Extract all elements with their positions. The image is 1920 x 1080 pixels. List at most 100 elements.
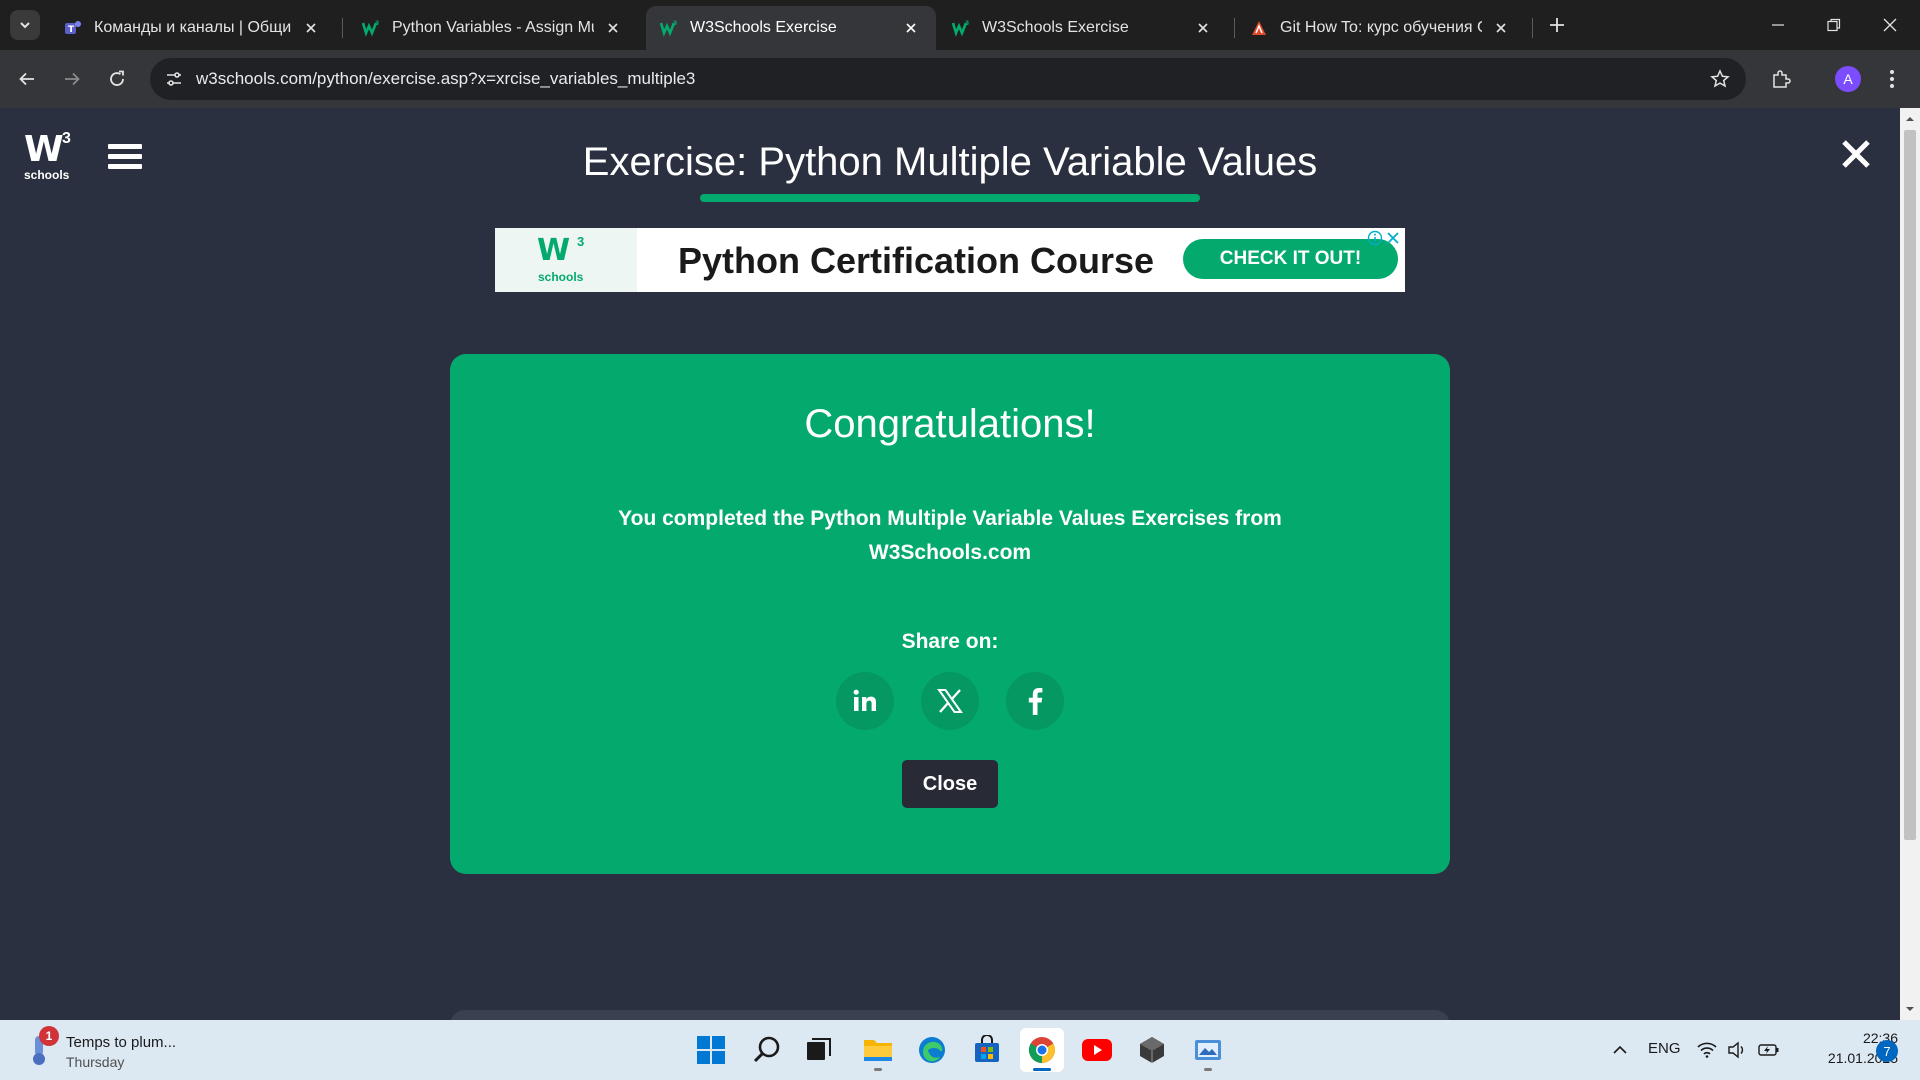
- forward-button[interactable]: [55, 62, 89, 96]
- close-tab-icon[interactable]: [1490, 17, 1512, 39]
- close-tab-icon[interactable]: [602, 17, 624, 39]
- arrow-right-icon: [65, 72, 80, 86]
- show-hidden-icons-button[interactable]: [1608, 1038, 1632, 1062]
- w3schools-favicon: 3: [362, 19, 380, 37]
- volume-status[interactable]: [1726, 1038, 1748, 1062]
- close-exercise-button[interactable]: [1838, 136, 1874, 172]
- scrollbar-thumb[interactable]: [1904, 130, 1916, 840]
- youtube-button[interactable]: [1075, 1028, 1119, 1072]
- share-x-button[interactable]: [921, 672, 979, 730]
- weather-widget[interactable]: 1 Temps to plum... Thursday: [22, 1026, 222, 1074]
- volume-icon: [1728, 1041, 1744, 1059]
- content-panel: [450, 1010, 1450, 1020]
- windows-start-icon: [697, 1036, 725, 1064]
- bookmark-button[interactable]: [1704, 63, 1736, 95]
- page-scrollbar[interactable]: [1900, 108, 1920, 1020]
- back-button[interactable]: [10, 62, 44, 96]
- w3schools-favicon: 3: [952, 19, 970, 37]
- close-button[interactable]: Close: [902, 760, 998, 808]
- linkedin-icon: [853, 689, 876, 711]
- wifi-icon: [1697, 1042, 1717, 1058]
- app-button[interactable]: [1130, 1028, 1174, 1072]
- share-facebook-button[interactable]: [1006, 672, 1064, 730]
- completion-message: You completed the Python Multiple Variab…: [618, 507, 1282, 564]
- file-explorer-icon: [864, 1040, 892, 1061]
- notification-count-badge[interactable]: 7: [1876, 1040, 1898, 1062]
- restore-button[interactable]: [1806, 0, 1862, 50]
- more-vertical-icon: [1890, 70, 1894, 88]
- minimize-button[interactable]: [1750, 0, 1806, 50]
- svg-text:T: T: [68, 25, 75, 35]
- title-underline: [700, 194, 1200, 202]
- restore-icon: [1827, 18, 1841, 32]
- snipping-tool-button[interactable]: [1186, 1028, 1230, 1072]
- x-icon: [937, 689, 963, 713]
- reload-button[interactable]: [100, 62, 134, 96]
- tab-teams[interactable]: T Команды и каналы | Общий | M: [50, 6, 336, 50]
- browser-menu-button[interactable]: [1875, 62, 1909, 96]
- scroll-up-arrow-icon[interactable]: [1905, 114, 1915, 124]
- url-text[interactable]: w3schools.com/python/exercise.asp?x=xrci…: [196, 69, 695, 89]
- close-icon: [1842, 140, 1870, 168]
- weather-alert-badge: 1: [39, 1026, 59, 1046]
- scroll-down-arrow-icon[interactable]: [1905, 1004, 1915, 1014]
- tab-separator: [1234, 18, 1235, 38]
- chrome-button[interactable]: [1020, 1028, 1064, 1072]
- congratulations-modal: Congratulations! You completed the Pytho…: [450, 354, 1450, 874]
- ad-info-icon[interactable]: [1367, 230, 1383, 246]
- battery-status[interactable]: [1757, 1038, 1781, 1062]
- ad-logo-superscript: 3: [577, 234, 585, 249]
- page-title: Exercise: Python Multiple Variable Value…: [582, 140, 1318, 184]
- tab-title: W3Schools Exercise: [690, 19, 837, 36]
- tab-git-howto[interactable]: Git How To: курс обучения Git: [1236, 6, 1526, 50]
- puzzle-icon: [1773, 70, 1791, 88]
- close-tab-icon[interactable]: [1192, 17, 1214, 39]
- search-icon: [753, 1036, 780, 1063]
- svg-text:3: 3: [965, 20, 969, 27]
- weather-title: Temps to plum...: [66, 1034, 177, 1051]
- ad-cta-button[interactable]: CHECK IT OUT!: [1183, 239, 1398, 279]
- close-tab-icon[interactable]: [900, 17, 922, 39]
- window-close-button[interactable]: [1862, 0, 1918, 50]
- profile-avatar[interactable]: A: [1835, 66, 1861, 92]
- chrome-icon: [1028, 1037, 1056, 1064]
- tab-search-button[interactable]: [10, 10, 40, 40]
- task-view-icon: [807, 1038, 831, 1060]
- close-tab-icon[interactable]: [300, 17, 322, 39]
- tab-w3schools-exercise-active[interactable]: 3 W3Schools Exercise: [646, 6, 936, 50]
- tab-separator: [1532, 18, 1533, 38]
- ad-banner[interactable]: W 3 schools Python Certification Course …: [495, 228, 1405, 292]
- microsoft-store-icon: [975, 1035, 999, 1062]
- page-content: W 3 schools Exercise: Python Multiple Va…: [0, 108, 1900, 1020]
- ad-close-icon[interactable]: [1385, 230, 1401, 246]
- microsoft-store-button[interactable]: [965, 1028, 1009, 1072]
- site-info-button[interactable]: [158, 63, 190, 95]
- ad-headline: Python Certification Course: [678, 240, 1155, 281]
- ad-logo-text: schools: [538, 270, 584, 284]
- app-icon: [1140, 1037, 1164, 1063]
- wifi-status[interactable]: [1696, 1038, 1718, 1062]
- file-explorer-button[interactable]: [856, 1028, 900, 1072]
- close-icon: [1883, 18, 1897, 32]
- start-button[interactable]: [689, 1028, 733, 1072]
- address-bar[interactable]: w3schools.com/python/exercise.asp?x=xrci…: [150, 58, 1746, 100]
- arrow-left-icon: [19, 72, 34, 86]
- new-tab-button[interactable]: [1542, 10, 1572, 40]
- browser-tab-strip: T Команды и каналы | Общий | M 3 Python …: [0, 0, 1920, 50]
- task-view-button[interactable]: [797, 1028, 841, 1072]
- modal-title: Congratulations!: [804, 402, 1096, 446]
- share-linkedin-button[interactable]: [836, 672, 894, 730]
- taskbar-search-button[interactable]: [745, 1028, 789, 1072]
- tab-title: Команды и каналы | Общий | M: [94, 19, 292, 36]
- battery-charging-icon: [1758, 1044, 1779, 1056]
- edge-button[interactable]: [910, 1028, 954, 1072]
- language-indicator[interactable]: ENG: [1648, 1040, 1681, 1057]
- extensions-button[interactable]: [1764, 62, 1798, 96]
- facebook-icon: [1028, 688, 1043, 715]
- weather-subtitle: Thursday: [66, 1054, 125, 1070]
- minimize-icon: [1772, 24, 1784, 26]
- tab-w3schools-exercise[interactable]: 3 W3Schools Exercise: [938, 6, 1228, 50]
- tab-python-variables[interactable]: 3 Python Variables - Assign Multip: [348, 6, 638, 50]
- browser-toolbar: w3schools.com/python/exercise.asp?x=xrci…: [0, 50, 1920, 108]
- tab-separator: [342, 18, 343, 38]
